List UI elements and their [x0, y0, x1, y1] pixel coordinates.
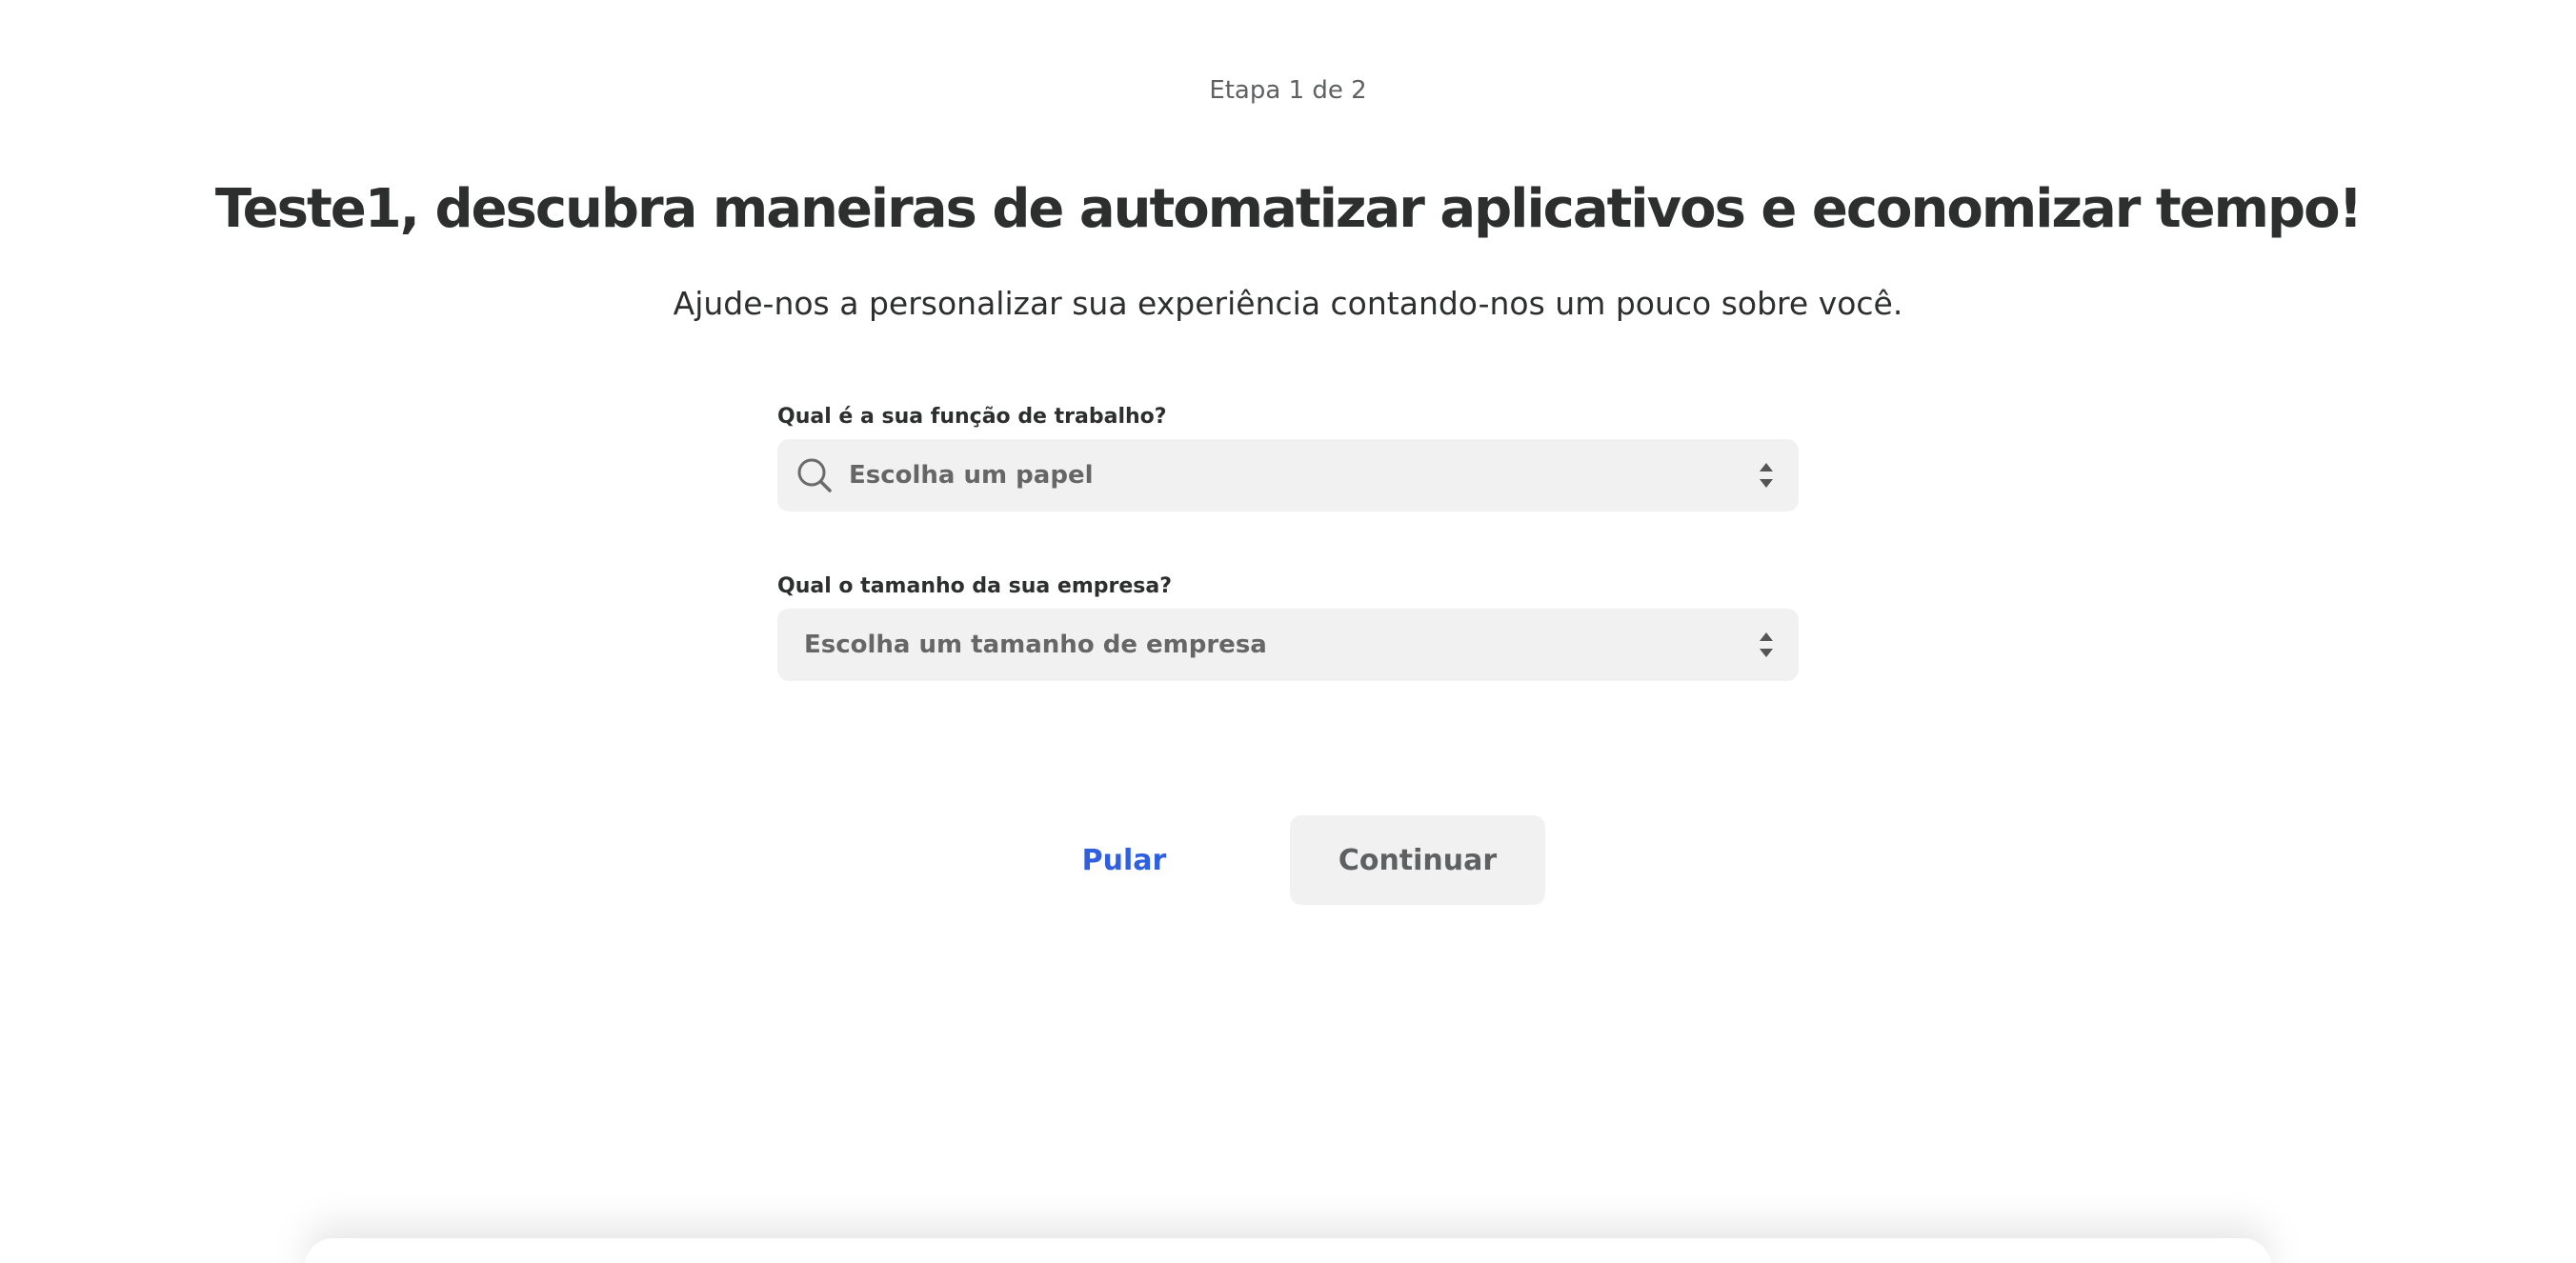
sort-arrows-icon — [1757, 628, 1776, 662]
onboarding-page: Etapa 1 de 2 Teste1, descubra maneiras d… — [0, 0, 2576, 1263]
skip-button[interactable]: Pular — [1048, 814, 1200, 906]
company-size-placeholder: Escolha um tamanho de empresa — [804, 631, 1267, 659]
page-title: Teste1, descubra maneiras de automatizar… — [214, 178, 2363, 240]
page-subtitle: Ajude-nos a personalizar sua experiência… — [673, 285, 1903, 322]
step-indicator: Etapa 1 de 2 — [1209, 76, 1367, 105]
company-size-select[interactable]: Escolha um tamanho de empresa — [777, 609, 1799, 681]
job-role-label: Qual é a sua função de trabalho? — [777, 405, 1167, 429]
company-size-label: Qual o tamanho da sua empresa? — [777, 574, 1172, 598]
search-icon — [795, 455, 835, 495]
continue-button[interactable]: Continuar — [1290, 815, 1545, 905]
bottom-panel-edge — [305, 1238, 2271, 1263]
sort-arrows-icon — [1757, 458, 1776, 492]
job-role-select[interactable]: Escolha um papel — [777, 439, 1799, 511]
job-role-placeholder: Escolha um papel — [849, 461, 1094, 490]
